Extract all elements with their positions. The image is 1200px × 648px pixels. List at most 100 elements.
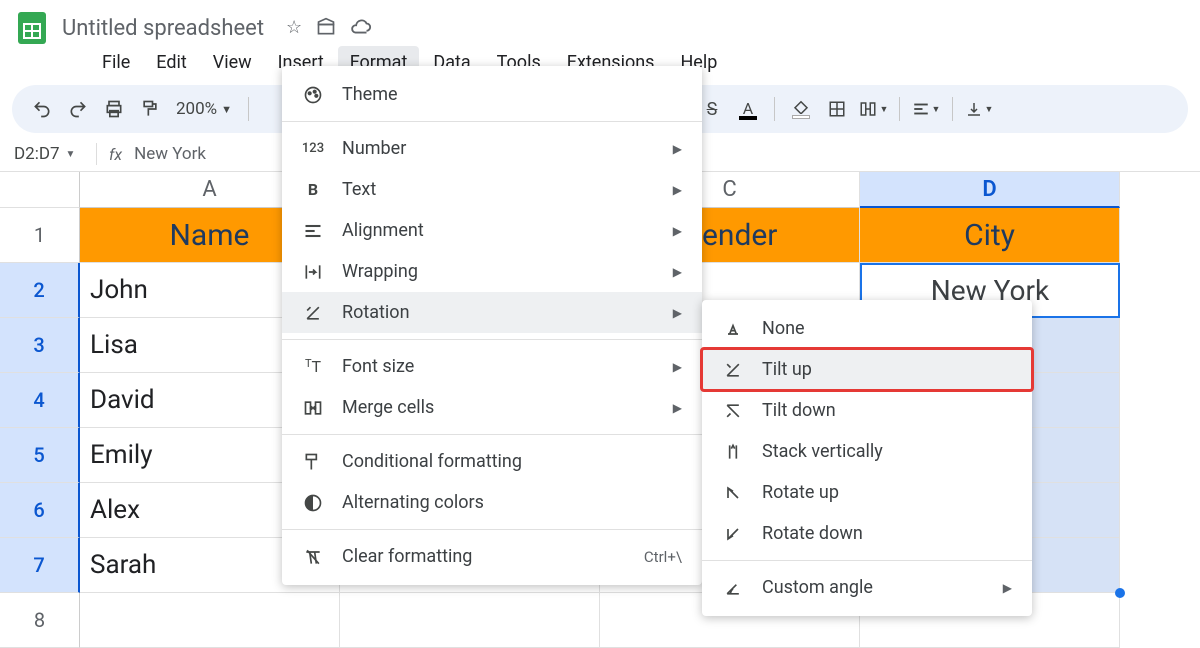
rotation-submenu: None Tilt up Tilt down Stack vertically Rota… <box>702 300 1032 616</box>
menu-label: Wrapping <box>342 261 418 282</box>
rotation-icon <box>722 360 744 380</box>
rotation-icon <box>722 483 744 503</box>
menu-label: Conditional formatting <box>342 451 522 472</box>
row-header-8[interactable]: 8 <box>0 593 80 648</box>
sheets-logo[interactable] <box>12 8 52 48</box>
menu-label: Number <box>342 138 406 159</box>
selection-handle[interactable] <box>1115 588 1125 598</box>
menu-label: Rotate down <box>762 523 863 544</box>
cell-D1[interactable]: City <box>860 208 1120 263</box>
row-header-3[interactable]: 3 <box>0 318 80 373</box>
chevron-right-icon: ▶ <box>673 306 682 320</box>
chevron-right-icon: ▶ <box>673 183 682 197</box>
row-header-5[interactable]: 5 <box>0 428 80 483</box>
star-icon[interactable]: ☆ <box>286 17 302 39</box>
menu-label: Theme <box>342 84 398 105</box>
chevron-right-icon: ▶ <box>1003 581 1012 595</box>
menu-label: Stack vertically <box>762 441 883 462</box>
rotation-none[interactable]: None <box>702 308 1032 349</box>
menu-view[interactable]: View <box>201 46 264 79</box>
row-header-6[interactable]: 6 <box>0 483 80 538</box>
rotation-icon <box>722 578 744 598</box>
rotation-icon <box>722 319 744 339</box>
format-menu-merge-cells[interactable]: Merge cells ▶ <box>282 387 702 428</box>
format-menu-alternating-colors[interactable]: Alternating colors <box>282 482 702 523</box>
123-icon: 123 <box>302 141 324 156</box>
row-header-1[interactable]: 1 <box>0 208 80 263</box>
format-menu-theme[interactable]: Theme <box>282 74 702 115</box>
borders-button[interactable] <box>821 93 853 125</box>
format-menu: Theme 123 Number ▶ B Text ▶ Alignment ▶ Wrapping ▶… <box>282 66 702 585</box>
format-menu-clear-formatting[interactable]: Clear formatting Ctrl+\ <box>282 536 702 577</box>
fx-icon: fx <box>109 145 122 164</box>
align-icon <box>302 221 324 241</box>
vertical-align-button[interactable]: ▼ <box>963 93 995 125</box>
menu-label: Rotation <box>342 302 410 323</box>
cloud-status-icon[interactable] <box>350 17 372 39</box>
format-menu-number[interactable]: 123 Number ▶ <box>282 128 702 169</box>
clear-icon <box>302 547 324 567</box>
menu-label: Text <box>342 179 376 200</box>
chevron-right-icon: ▶ <box>673 142 682 156</box>
redo-button[interactable] <box>62 93 94 125</box>
print-button[interactable] <box>98 93 130 125</box>
format-menu-wrapping[interactable]: Wrapping ▶ <box>282 251 702 292</box>
format-menu-alignment[interactable]: Alignment ▶ <box>282 210 702 251</box>
chevron-right-icon: ▶ <box>673 265 682 279</box>
move-icon[interactable] <box>316 17 336 39</box>
rotation-rotate-down[interactable]: Rotate down <box>702 513 1032 554</box>
rot-icon <box>302 303 324 323</box>
paint-format-button[interactable] <box>134 93 166 125</box>
format-menu-conditional-formatting[interactable]: Conditional formatting <box>282 441 702 482</box>
formula-bar[interactable]: New York <box>134 144 206 164</box>
menu-label: Rotate up <box>762 482 839 503</box>
B-icon: B <box>302 180 324 199</box>
row-header-2[interactable]: 2 <box>0 263 80 318</box>
zoom-select[interactable]: 200% ▼ <box>170 99 238 119</box>
keyboard-shortcut: Ctrl+\ <box>644 548 682 566</box>
doc-title[interactable]: Untitled spreadsheet <box>62 16 264 41</box>
menu-label: Font size <box>342 356 414 377</box>
undo-button[interactable] <box>26 93 58 125</box>
format-menu-text[interactable]: B Text ▶ <box>282 169 702 210</box>
menu-label: Alignment <box>342 220 424 241</box>
rotation-custom-angle[interactable]: Custom angle ▶ <box>702 567 1032 608</box>
menu-label: None <box>762 318 805 339</box>
cell-A8[interactable] <box>80 593 340 648</box>
cell-B8[interactable] <box>340 593 600 648</box>
menu-label: Clear formatting <box>342 546 472 567</box>
chevron-right-icon: ▶ <box>673 401 682 415</box>
col-header-D[interactable]: D <box>860 172 1120 208</box>
wrap-icon <box>302 262 324 282</box>
menu-label: Alternating colors <box>342 492 484 513</box>
rotation-tilt-up[interactable]: Tilt up <box>702 349 1032 390</box>
tT-icon: TT <box>302 357 324 376</box>
chevron-right-icon: ▶ <box>673 224 682 238</box>
format-menu-rotation[interactable]: Rotation ▶ <box>282 292 702 333</box>
menu-label: Merge cells <box>342 397 434 418</box>
rotation-icon <box>722 442 744 462</box>
rotation-icon <box>722 401 744 421</box>
theme-icon <box>302 85 324 105</box>
format-menu-font-size[interactable]: TT Font size ▶ <box>282 346 702 387</box>
row-header-7[interactable]: 7 <box>0 538 80 593</box>
select-all-corner[interactable] <box>0 172 80 208</box>
menu-label: Tilt down <box>762 400 836 421</box>
rotation-tilt-down[interactable]: Tilt down <box>702 390 1032 431</box>
cond-icon <box>302 452 324 472</box>
rotation-rotate-up[interactable]: Rotate up <box>702 472 1032 513</box>
row-header-4[interactable]: 4 <box>0 373 80 428</box>
menu-label: Tilt up <box>762 359 812 380</box>
align-button[interactable]: ▼ <box>910 93 942 125</box>
chevron-right-icon: ▶ <box>673 360 682 374</box>
rotation-stack-vertically[interactable]: Stack vertically <box>702 431 1032 472</box>
menu-label: Custom angle <box>762 577 873 598</box>
text-color-button[interactable]: A <box>732 93 764 125</box>
menu-file[interactable]: File <box>90 46 142 79</box>
merge-button[interactable]: ▼ <box>857 93 889 125</box>
name-box[interactable]: D2:D7▼ <box>14 144 84 164</box>
fill-color-button[interactable] <box>785 93 817 125</box>
merge-icon <box>302 398 324 418</box>
alt-icon <box>302 493 324 513</box>
menu-edit[interactable]: Edit <box>144 46 198 79</box>
